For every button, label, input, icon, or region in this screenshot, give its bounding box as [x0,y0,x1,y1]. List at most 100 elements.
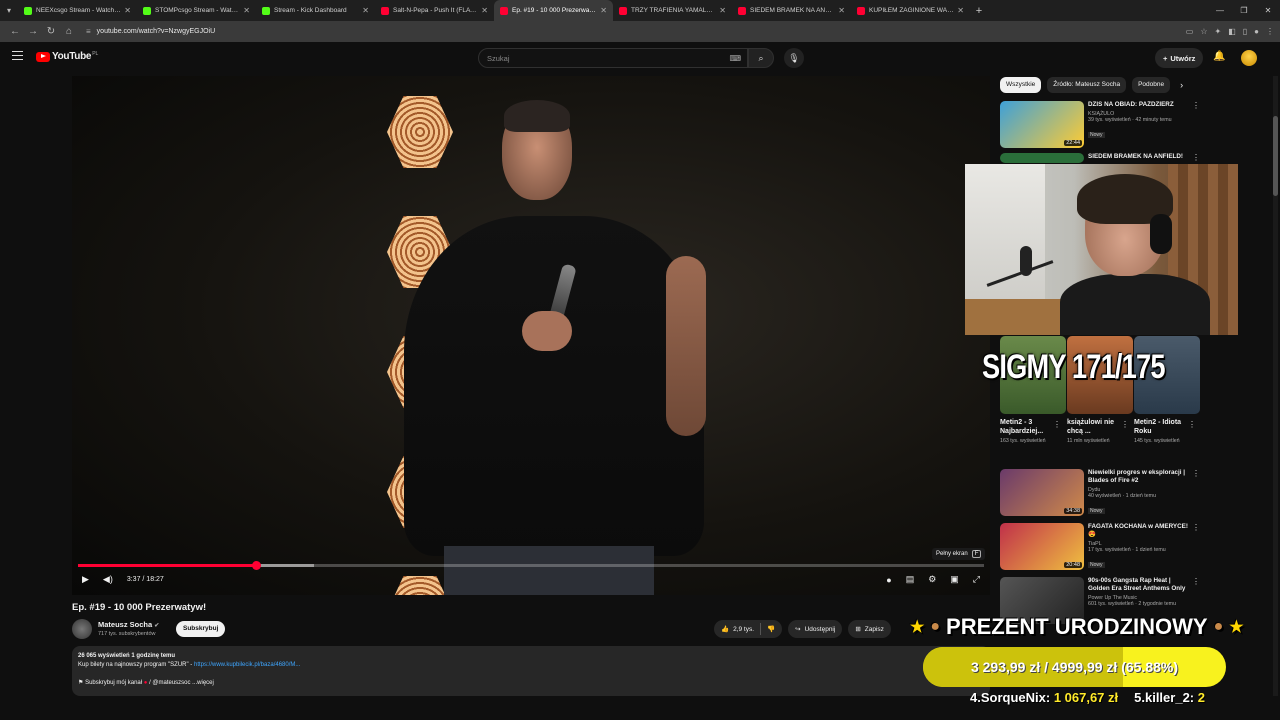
recommendation-title[interactable]: FAGATA KOCHANA w AMERYCE!😍 [1088,523,1194,539]
search-button[interactable]: ⌕ [748,48,774,68]
browser-tab[interactable]: SIEDEM BRAMEK NA ANFIELD!✕ [732,0,851,21]
browser-tab[interactable]: KUPIŁEM ZAGINIONE WALIZKI ✕ [851,0,970,21]
more-options-icon[interactable]: ⋮ [1192,153,1200,162]
notifications-bell-icon[interactable]: 🔔 [1213,51,1225,62]
browser-tab[interactable]: NEEXcsgo Stream - Watch Live ✕ [18,0,137,21]
settings-gear-icon[interactable]: ⚙ [928,574,936,585]
browser-tab[interactable]: Salt-N-Pepa - Push It (FLAVIA) ✕ [375,0,494,21]
account-avatar[interactable] [1241,50,1257,66]
chip-all[interactable]: Wszystkie [1000,77,1042,93]
more-options-icon[interactable]: ⋮ [1192,469,1200,478]
play-icon[interactable]: ▶ [82,574,89,585]
recommendation-title[interactable]: Niewielki progres w eksploracji | Blades… [1088,469,1194,485]
scrubber-handle[interactable] [251,561,261,570]
save-button[interactable]: ⊞ Zapisz [848,620,891,638]
progress-bar[interactable] [78,561,984,570]
minimize-icon[interactable]: — [1208,6,1232,15]
youtube-logo[interactable]: YouTube PL [36,51,98,62]
volume-icon[interactable]: ◀) [103,574,113,585]
recommendation-meta: Niewielki progres w eksploracji | Blades… [1088,469,1194,519]
maximize-icon[interactable]: ❐ [1232,6,1256,15]
tab-close-icon[interactable]: ✕ [719,6,726,15]
subscribe-button[interactable]: Subskrybuj [176,621,226,637]
recommendation-item[interactable]: 22:44 DZIŚ NA OBIAD: PAŹDZIERZ KSIĄŻULO … [1000,101,1200,151]
tab-favicon-icon [738,6,746,15]
recommendation-thumbnail[interactable]: 34:38 [1000,469,1084,516]
browser-tab-bar: ▾ NEEXcsgo Stream - Watch Live ✕ STOMPcsgo… [0,0,1280,21]
chevron-right-icon[interactable]: › [1180,80,1183,90]
channel-name-text[interactable]: Mateusz Socha [98,620,152,629]
tab-close-icon[interactable]: ✕ [481,6,488,15]
tab-close-icon[interactable]: ✕ [124,6,131,15]
tab-search-icon[interactable]: ▾ [0,0,18,21]
subtitles-icon[interactable]: ▤ [906,574,915,585]
page-scrollbar[interactable] [1273,76,1278,696]
tab-close-icon[interactable]: ✕ [600,6,607,15]
description-box[interactable]: 26 065 wyświetleń 1 godzinę temu Kup bil… [72,646,990,696]
bookmark-star-icon[interactable]: ☆ [1200,27,1207,36]
short-title[interactable]: książulowi nie chcą ... [1067,418,1123,436]
channel-handle-link[interactable]: / @mateuszsoc [149,680,190,686]
browser-tab[interactable]: Ep. #19 - 10 000 Prezerwatyw! ✕ [494,0,613,21]
recommendation-thumbnail[interactable] [1000,153,1084,163]
recommendation-title[interactable]: 90s-00s Gangsta Rap Heat | Golden Era St… [1088,577,1194,593]
new-tab-button[interactable]: + [970,5,988,17]
forward-icon[interactable]: → [24,26,42,37]
url-field[interactable]: ≡ youtube.com/watch?v=NzwgyEGJOiU [86,27,1186,36]
short-title[interactable]: Metin2 - 3 Najbardziej... [1000,418,1056,436]
fullscreen-icon[interactable]: ⤢ [973,574,980,585]
back-icon[interactable]: ← [6,26,24,37]
recommendation-title[interactable]: DZIŚ NA OBIAD: PAŹDZIERZ [1088,101,1194,109]
extension-icon[interactable]: ✦ [1214,27,1221,36]
recommendation-thumbnail[interactable]: 22:44 [1000,101,1084,148]
cast-icon[interactable]: ▭ [1186,27,1194,36]
more-options-icon[interactable]: ⋮ [1053,420,1061,429]
thumbs-down-icon[interactable]: 👎 [767,625,775,633]
miniplayer-icon[interactable]: ▣ [950,574,959,585]
browser-tab[interactable]: TRZY TRAFIENIA YAMALA! LEW✕ [613,0,732,21]
more-options-icon[interactable]: ⋮ [1192,523,1200,532]
youtube-play-icon [36,51,50,62]
short-title[interactable]: Metin2 - Idiota Roku [1134,418,1190,436]
description-link[interactable]: https://www.kupbilecik.pl/baza/4680/M... [194,662,300,668]
tab-title: Stream - Kick Dashboard [274,7,347,14]
reload-icon[interactable]: ↻ [42,26,60,37]
more-options-icon[interactable]: ⋮ [1188,420,1196,429]
recommendation-item[interactable]: 20:48 FAGATA KOCHANA w AMERYCE!😍 TiaPL 1… [1000,523,1200,573]
tab-close-icon[interactable]: ✕ [362,6,369,15]
share-button[interactable]: ↪ Udostępnij [788,620,843,638]
scrollbar-thumb[interactable] [1273,116,1278,196]
site-info-icon[interactable]: ≡ [86,27,91,36]
recommendation-title[interactable]: SIEDEM BRAMEK NA ANFIELD! [1088,153,1194,161]
browser-tab[interactable]: Stream - Kick Dashboard ✕ [256,0,375,21]
tab-close-icon[interactable]: ✕ [243,6,250,15]
sidepanel-icon[interactable]: ▯ [1243,27,1247,36]
youtube-mini-icon: ● [143,680,148,686]
puzzle-icon[interactable]: ◧ [1228,27,1236,36]
video-player[interactable]: Pełny ekran F ▶ ◀) 3:37 / 18:27 ● ▤ ⚙ ▣ … [72,76,990,595]
tab-close-icon[interactable]: ✕ [957,6,964,15]
close-window-icon[interactable]: ✕ [1256,6,1280,15]
browser-menu-icon[interactable]: ⋮ [1266,27,1274,36]
like-button[interactable]: 👍 2,9 tys. 👎 [714,620,783,638]
show-more-link[interactable]: ...więcej [192,680,214,686]
recommendation-thumbnail[interactable]: 20:48 [1000,523,1084,570]
search-input[interactable]: Szukaj ⌨ [478,48,748,68]
autoplay-toggle-icon[interactable]: ● [886,575,891,585]
more-options-icon[interactable]: ⋮ [1121,420,1129,429]
profile-icon[interactable]: ● [1254,27,1259,36]
more-options-icon[interactable]: ⋮ [1192,577,1200,586]
menu-icon[interactable] [12,51,23,60]
chip-source[interactable]: Źródło: Mateusz Socha [1047,77,1127,93]
keyboard-icon[interactable]: ⌨ [729,54,741,63]
chip-similar[interactable]: Podobne [1132,77,1171,93]
channel-name[interactable]: Mateusz Socha ✔ [98,620,159,629]
more-options-icon[interactable]: ⋮ [1192,101,1200,110]
recommendation-item[interactable]: 34:38 Niewielki progres w eksploracji | … [1000,469,1200,519]
home-icon[interactable]: ⌂ [60,26,78,37]
tab-close-icon[interactable]: ✕ [838,6,845,15]
create-button[interactable]: + Utwórz [1155,48,1204,68]
browser-tab[interactable]: STOMPcsgo Stream - Watch Live✕ [137,0,256,21]
voice-search-icon[interactable]: 🎙 [784,48,804,68]
channel-avatar[interactable] [72,619,92,639]
